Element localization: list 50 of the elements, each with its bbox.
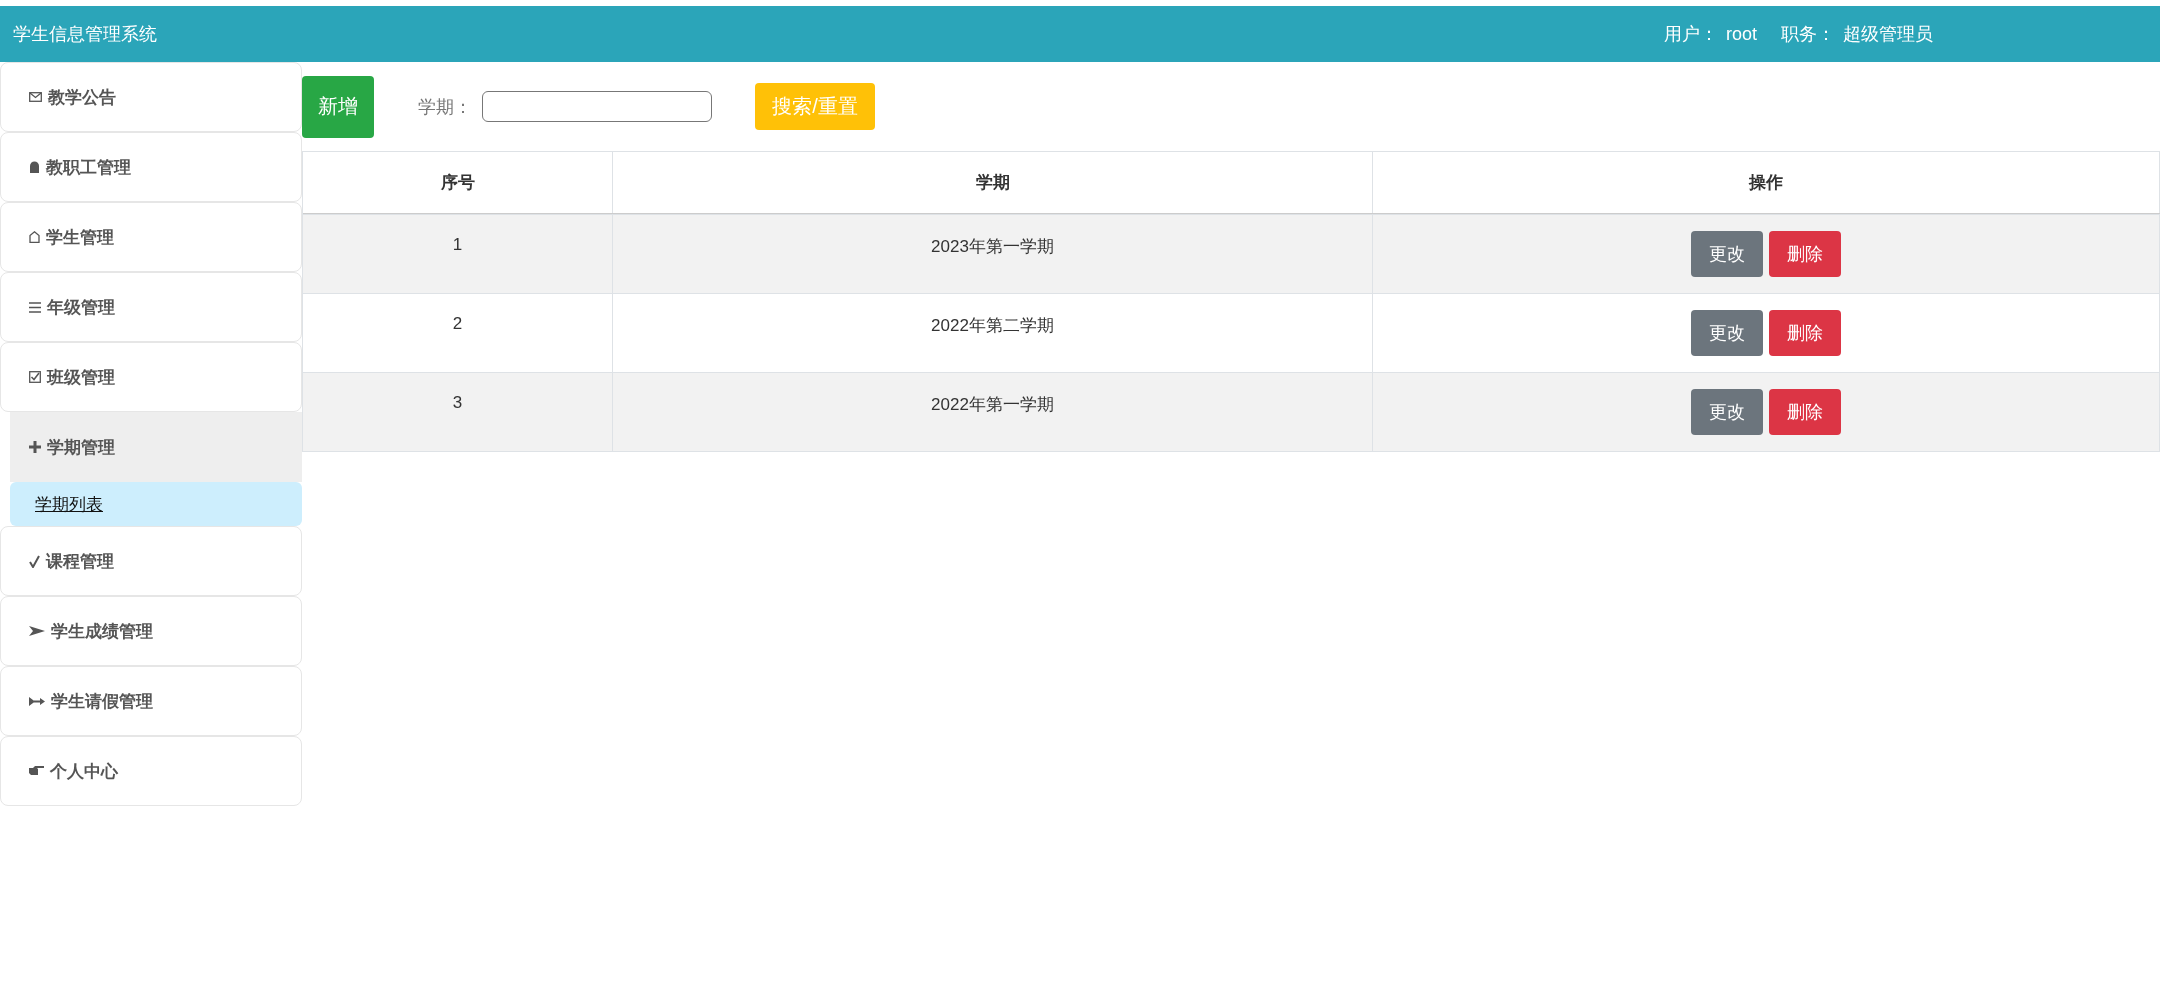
sidebar-item[interactable]: 教学公告 [0, 62, 302, 132]
edit-button[interactable]: 更改 [1691, 310, 1763, 356]
menu-label: 教职工管理 [46, 156, 131, 179]
envelope-icon [29, 92, 42, 102]
sidebar-item[interactable]: 学生请假管理 [0, 666, 302, 736]
column-header: 操作 [1373, 152, 2160, 213]
sidebar-item[interactable]: 班级管理 [0, 342, 302, 412]
column-header: 序号 [303, 152, 613, 213]
table-cell: 2022年第一学期 [613, 373, 1373, 451]
pointing-hand-icon [29, 766, 44, 776]
column-header: 学期 [613, 152, 1373, 213]
sidebar-item[interactable]: 教职工管理 [0, 132, 302, 202]
menu-label: 学生管理 [46, 226, 114, 249]
delete-button[interactable]: 删除 [1769, 231, 1841, 277]
sidebar-item[interactable]: 学期管理 [10, 412, 302, 482]
menu-label: 教学公告 [48, 86, 116, 109]
arrow-icon [29, 696, 45, 706]
sidebar-item[interactable]: 课程管理 [0, 526, 302, 596]
role-name: 超级管理员 [1843, 23, 1933, 46]
menu-label: 个人中心 [50, 760, 118, 783]
user-name: root [1725, 23, 1757, 45]
table-cell: 1 [303, 215, 613, 293]
house-icon [29, 231, 40, 243]
menu-label: 学生成绩管理 [51, 620, 153, 643]
sidebar-item[interactable]: 学生成绩管理 [0, 596, 302, 666]
edit-button[interactable]: 更改 [1691, 389, 1763, 435]
sidebar-item[interactable]: 学生管理 [0, 202, 302, 272]
menu-label: 年级管理 [47, 296, 115, 319]
delete-button[interactable]: 删除 [1769, 310, 1841, 356]
sidebar-item[interactable]: 个人中心 [0, 736, 302, 806]
menu-label: 课程管理 [46, 550, 114, 573]
role-label: 职务： [1781, 23, 1835, 46]
check-icon [29, 554, 40, 568]
user-label: 用户： [1663, 23, 1718, 46]
submenu-link[interactable]: 学期列表 [10, 482, 302, 526]
sidebar-item[interactable]: 年级管理 [0, 272, 302, 342]
menu-label: 学生请假管理 [51, 690, 153, 713]
term-label: 学期： [418, 95, 472, 119]
edit-button[interactable]: 更改 [1691, 231, 1763, 277]
menu-label: 班级管理 [47, 366, 115, 389]
plus-icon [29, 441, 41, 453]
menu-label: 学期管理 [47, 436, 115, 459]
checkbox-icon [29, 371, 41, 383]
menu-icon [29, 301, 41, 313]
arrowhead-icon [29, 626, 45, 636]
app-title: 学生信息管理系统 [13, 23, 157, 46]
term-input-field[interactable] [482, 91, 712, 122]
table-cell: 2023年第一学期 [613, 215, 1373, 293]
table-cell: 3 [303, 373, 613, 451]
delete-button[interactable]: 删除 [1769, 389, 1841, 435]
